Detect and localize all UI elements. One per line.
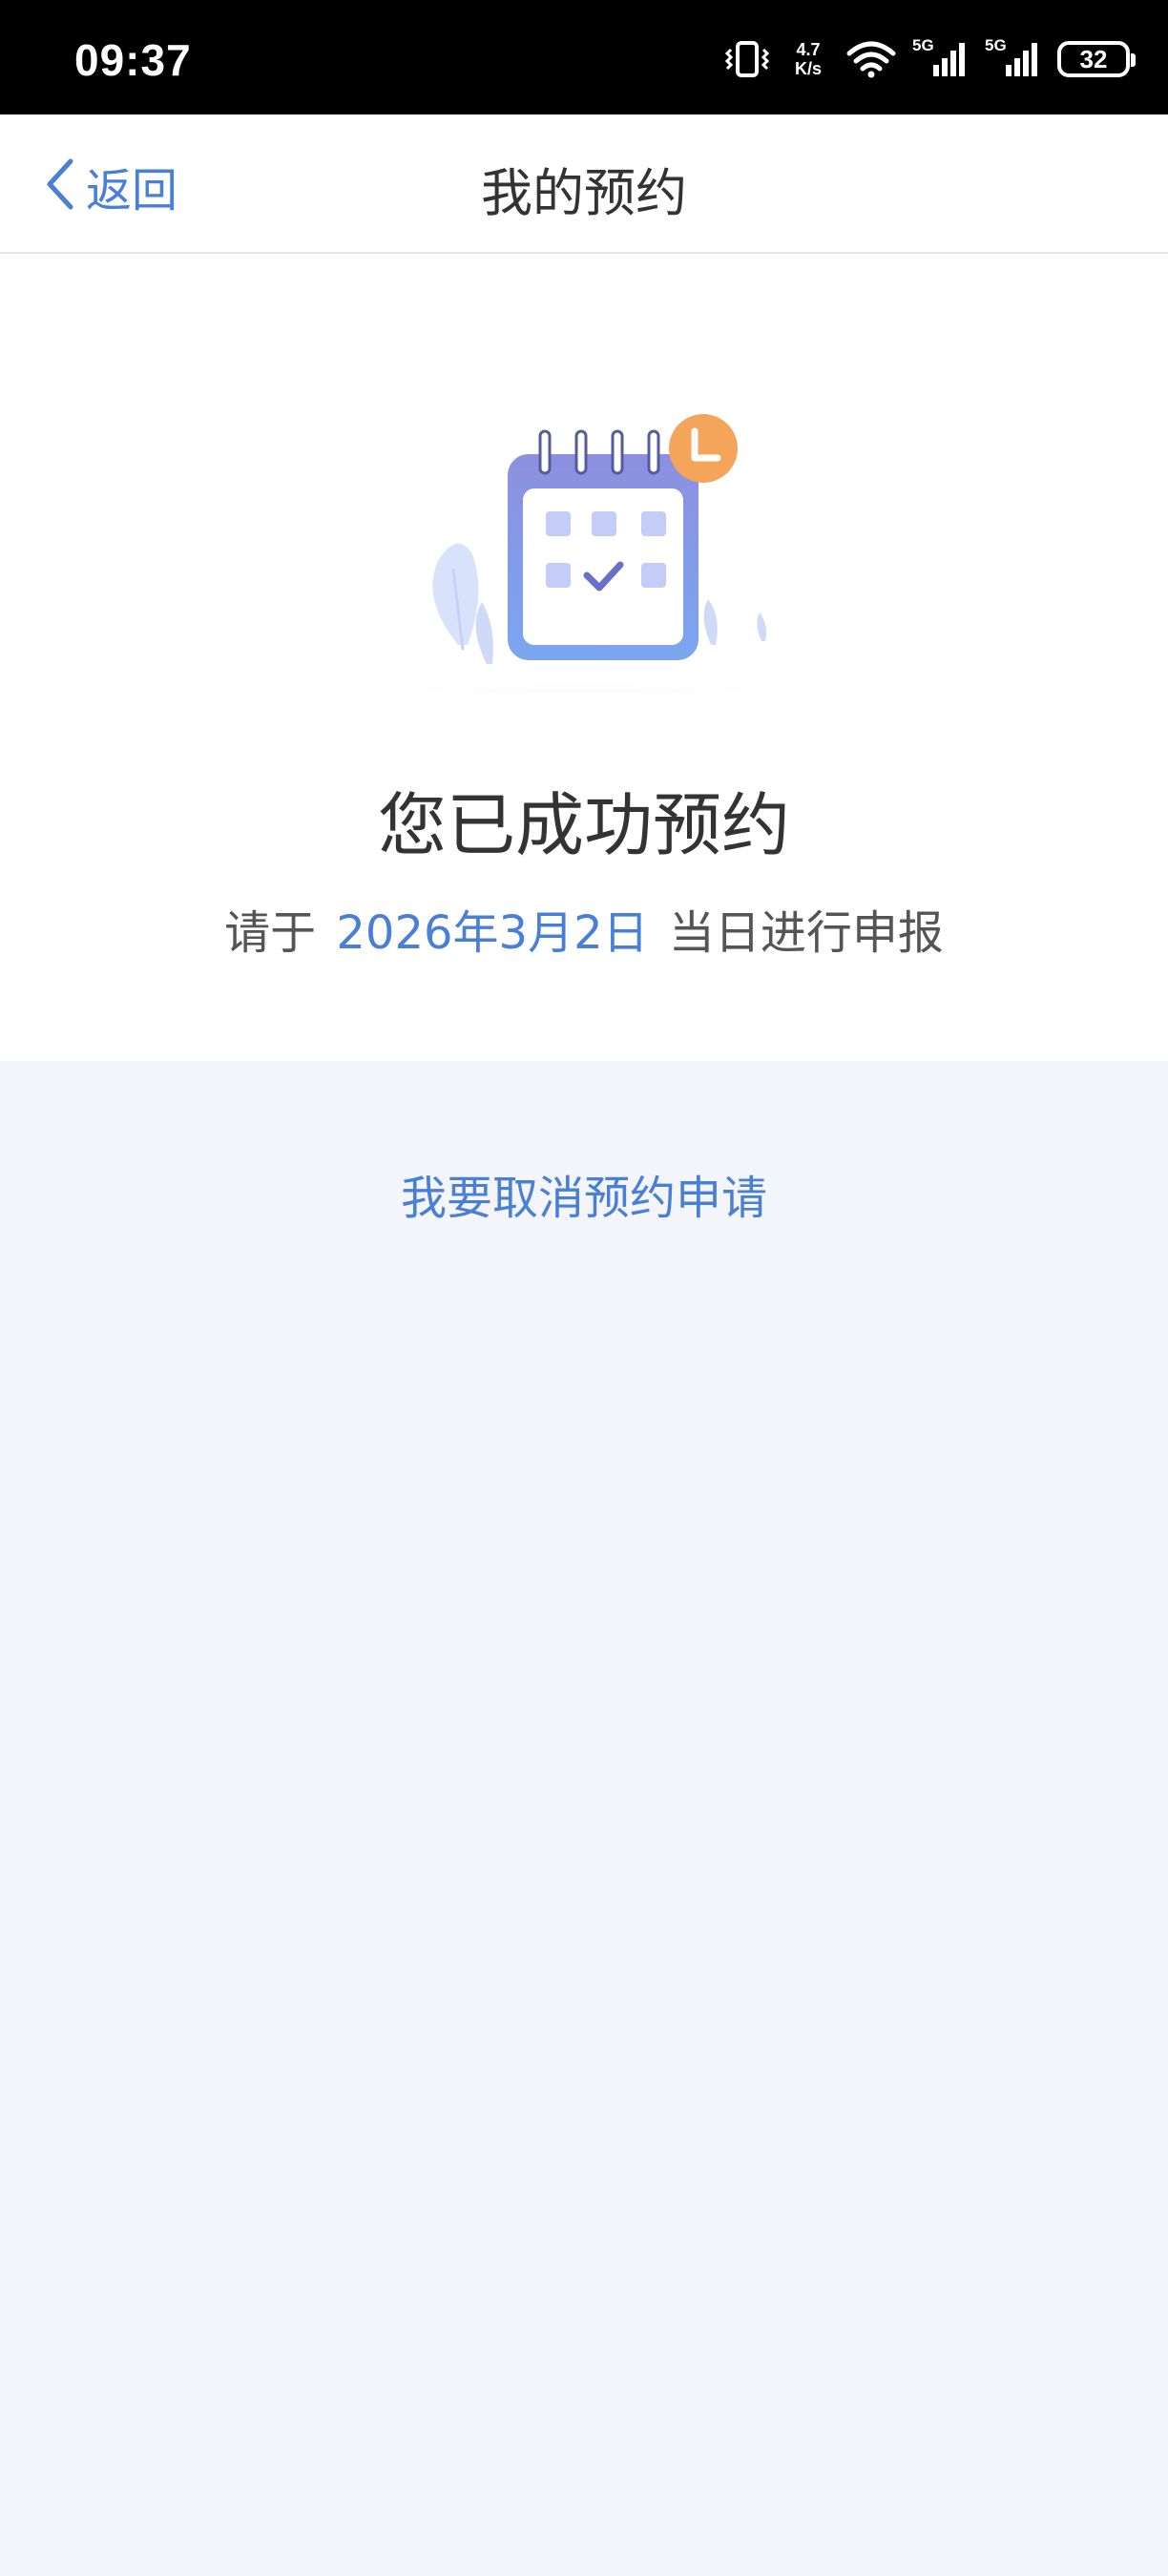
signal-icon: 5G	[912, 36, 970, 78]
success-title: 您已成功预约	[377, 785, 790, 865]
status-bar: 09:37 4.7 K/s 5G 5G 32	[0, 0, 1168, 114]
battery-icon: 32	[1057, 41, 1136, 77]
wifi-icon	[845, 40, 897, 78]
appointment-date: 2026年3月2日	[336, 906, 649, 960]
battery-level: 32	[1079, 44, 1108, 73]
calendar-illustration	[267, 387, 901, 779]
success-card: 您已成功预约 请于 2026年3月2日 当日进行申报	[0, 254, 1168, 1061]
desc-prefix: 请于	[224, 906, 317, 960]
net-speed-value: 4.7	[796, 40, 821, 59]
signal-label: 5G	[912, 36, 934, 54]
page: 09:37 4.7 K/s 5G 5G 32 返回 我的预约 您已成功预约 请于…	[0, 0, 1168, 2576]
page-title: 我的预约	[481, 163, 687, 223]
net-speed: 4.7 K/s	[786, 40, 830, 78]
net-speed-unit: K/s	[794, 59, 822, 78]
status-time: 09:37	[74, 35, 192, 85]
status-icons: 4.7 K/s 5G 5G 32	[723, 36, 1136, 80]
desc-suffix: 当日进行申报	[668, 906, 944, 960]
success-description: 请于 2026年3月2日 当日进行申报	[0, 895, 1168, 962]
nav-bar: 返回 我的预约	[0, 114, 1168, 254]
signal-icon: 5G	[985, 36, 1042, 78]
cancel-appointment-link[interactable]: 我要取消预约申请	[0, 1160, 1168, 1227]
vibrate-icon	[723, 40, 771, 78]
signal-label: 5G	[985, 36, 1007, 54]
